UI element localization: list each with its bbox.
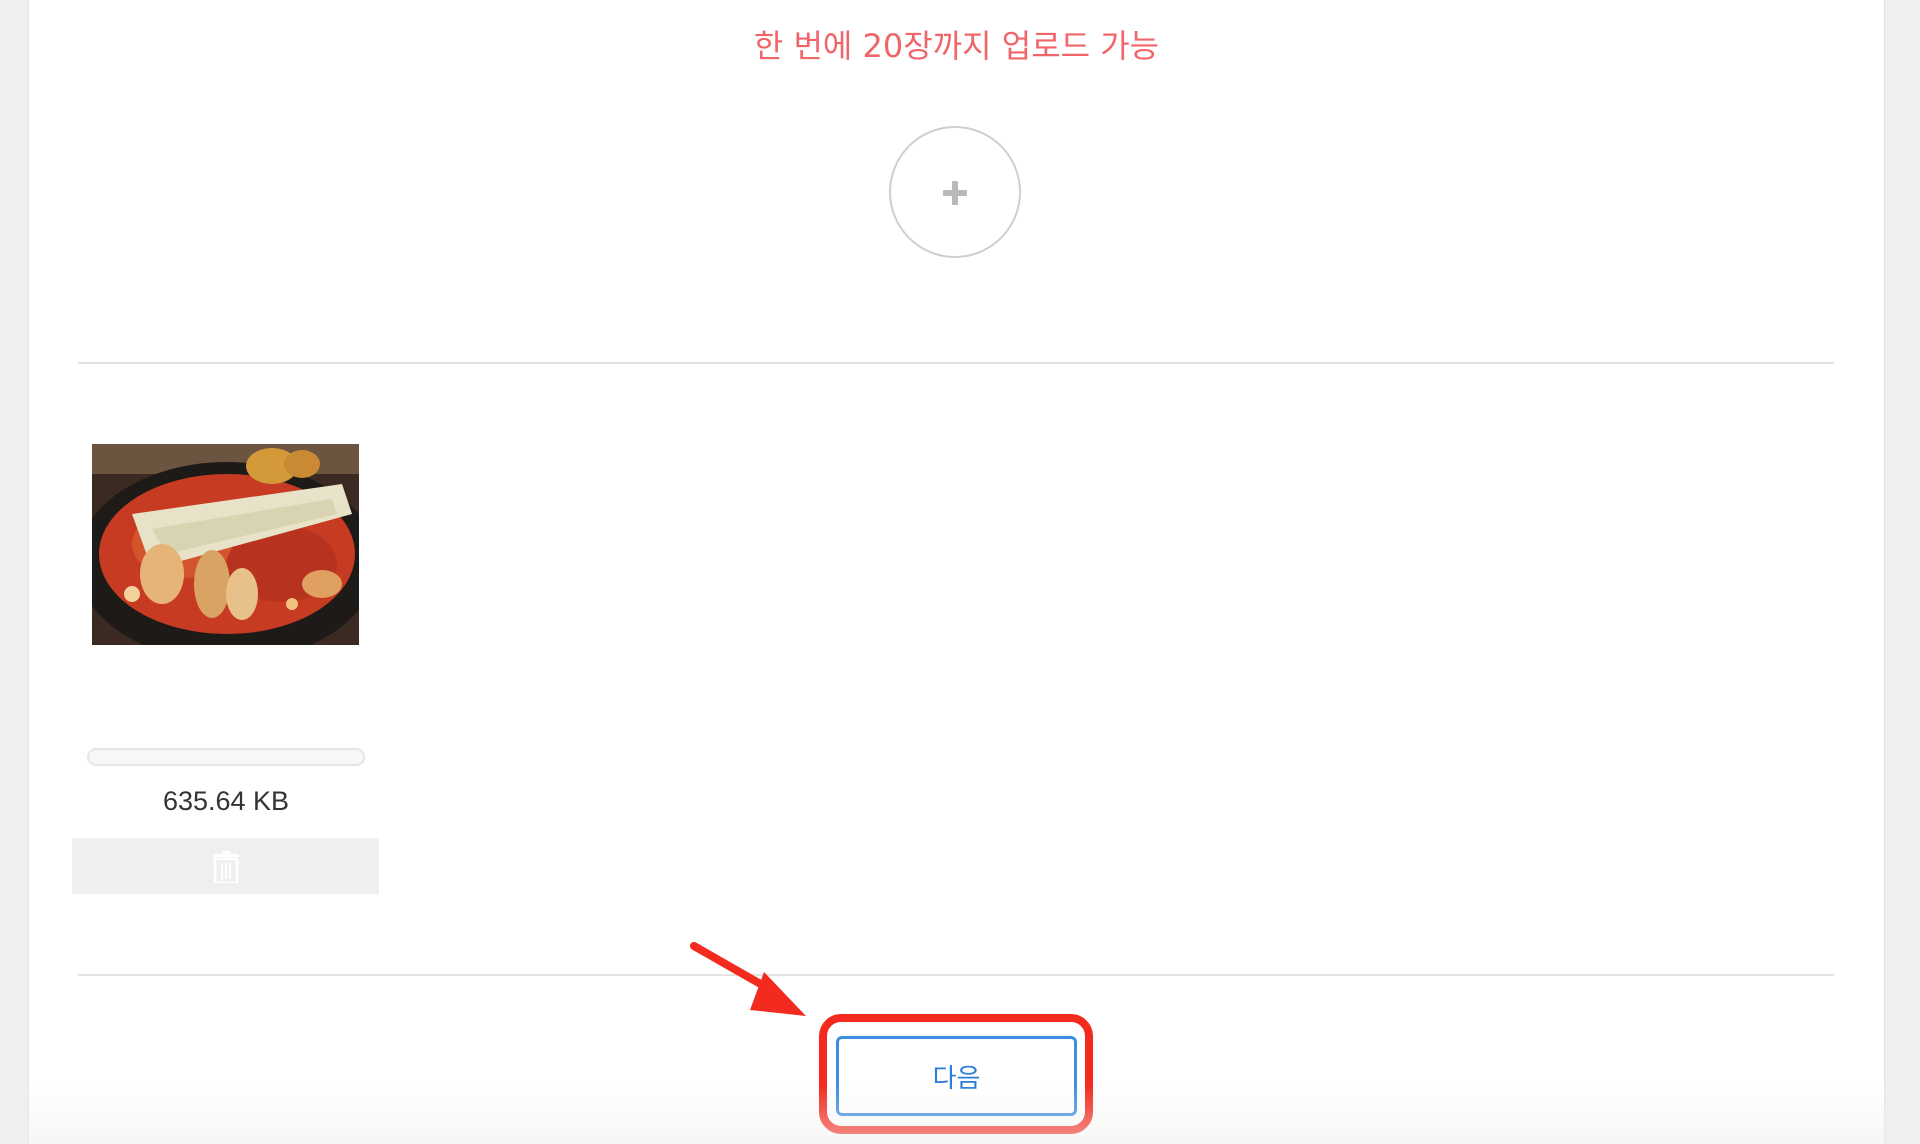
upload-panel: 한 번에 20장까지 업로드 가능 635.64 KB [28, 0, 1885, 1144]
trash-icon [213, 851, 239, 883]
delete-photo-button[interactable] [72, 838, 379, 894]
upload-limit-notice: 한 번에 20장까지 업로드 가능 [753, 27, 1160, 65]
next-button[interactable]: 다음 [836, 1036, 1077, 1116]
add-photo-button[interactable] [889, 126, 1021, 258]
uploaded-photo-thumbnail [92, 444, 359, 645]
file-size-label: 635.64 KB [162, 786, 290, 816]
upload-progress-bar [87, 748, 365, 766]
divider-top [78, 362, 1834, 364]
divider-bottom [78, 974, 1834, 976]
annotation-arrow [690, 942, 806, 1016]
